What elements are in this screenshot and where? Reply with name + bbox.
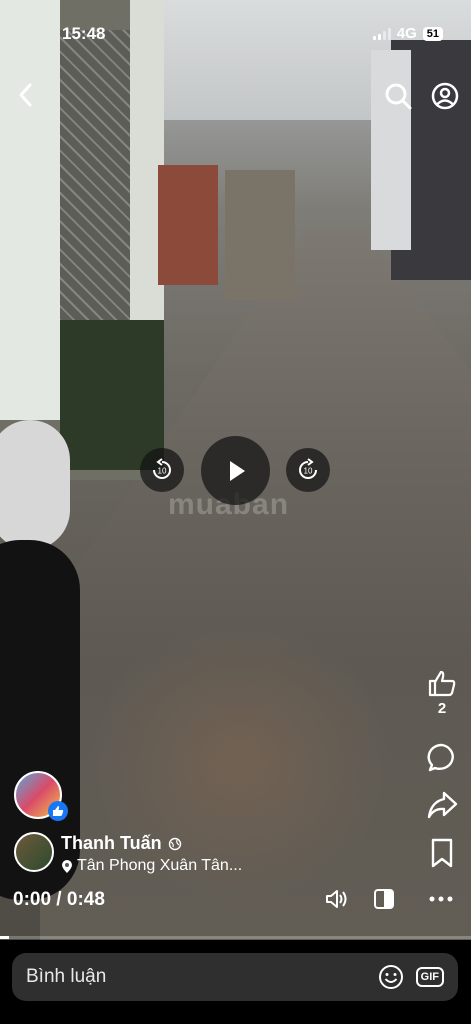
share-icon [427, 791, 458, 819]
profile-icon [431, 82, 459, 110]
globe-icon [168, 837, 181, 850]
volume-button[interactable] [325, 888, 349, 910]
emoji-button[interactable] [378, 964, 404, 990]
forward-button[interactable]: 10 [286, 448, 330, 492]
back-button[interactable] [16, 82, 36, 113]
author-avatar[interactable] [14, 832, 54, 872]
comment-placeholder: Bình luận [26, 966, 107, 987]
location-pin-icon [62, 859, 72, 873]
video-pillar [0, 0, 60, 420]
save-action[interactable] [425, 838, 459, 868]
video-wall-base [60, 320, 164, 470]
caption-toggle-icon [374, 889, 394, 909]
author-label: Thanh Tuấn [61, 833, 162, 853]
author-name[interactable]: Thanh Tuấn [61, 833, 182, 854]
network-label: 4G [396, 25, 417, 42]
volume-icon [326, 890, 347, 908]
video-brick-wall [158, 165, 218, 285]
video-gate [225, 170, 295, 300]
group-avatar[interactable] [14, 771, 68, 821]
progress-bar[interactable] [0, 936, 471, 939]
play-button[interactable] [201, 436, 270, 505]
gif-button[interactable]: GIF [415, 967, 444, 987]
chevron-left-icon [19, 83, 32, 107]
status-indicators: 4G 51 [372, 25, 443, 42]
location[interactable]: Tân Phong Xuân Tân... [61, 857, 242, 875]
search-icon [385, 83, 412, 110]
like-badge [48, 801, 68, 821]
profile-button[interactable] [431, 82, 459, 115]
playback-time: 0:00 / 0:48 [13, 889, 105, 910]
video-motorbike-seat [0, 420, 70, 550]
comment-icon [427, 743, 454, 772]
more-button[interactable] [429, 896, 453, 902]
caption-toggle-button[interactable] [373, 888, 395, 910]
location-label: Tân Phong Xuân Tân... [77, 857, 243, 874]
search-button[interactable] [384, 82, 412, 115]
like-count: 2 [437, 700, 447, 717]
svg-text:10: 10 [304, 467, 313, 476]
progress-fill [0, 936, 10, 939]
thumbs-up-icon [53, 806, 64, 816]
like-action[interactable]: 2 [425, 668, 459, 717]
comment-input[interactable]: Bình luận GIF [12, 953, 458, 1001]
forward-10-icon: 10 [299, 458, 317, 479]
current-time: 0:00 [13, 889, 52, 910]
duration: 0:48 [66, 889, 105, 910]
share-action[interactable] [425, 790, 459, 820]
svg-text:10: 10 [158, 467, 167, 476]
thumbs-up-icon [428, 670, 456, 697]
emoji-icon [378, 965, 403, 989]
play-icon [229, 460, 245, 481]
status-time: 15:48 [62, 24, 106, 43]
battery-indicator: 51 [422, 26, 443, 41]
more-icon [429, 896, 453, 902]
video-house-right-2 [371, 50, 411, 250]
rewind-10-icon: 10 [153, 458, 171, 479]
comment-action[interactable] [425, 742, 459, 774]
signal-icon [372, 27, 391, 40]
bookmark-icon [431, 838, 453, 868]
rewind-button[interactable]: 10 [140, 448, 184, 492]
